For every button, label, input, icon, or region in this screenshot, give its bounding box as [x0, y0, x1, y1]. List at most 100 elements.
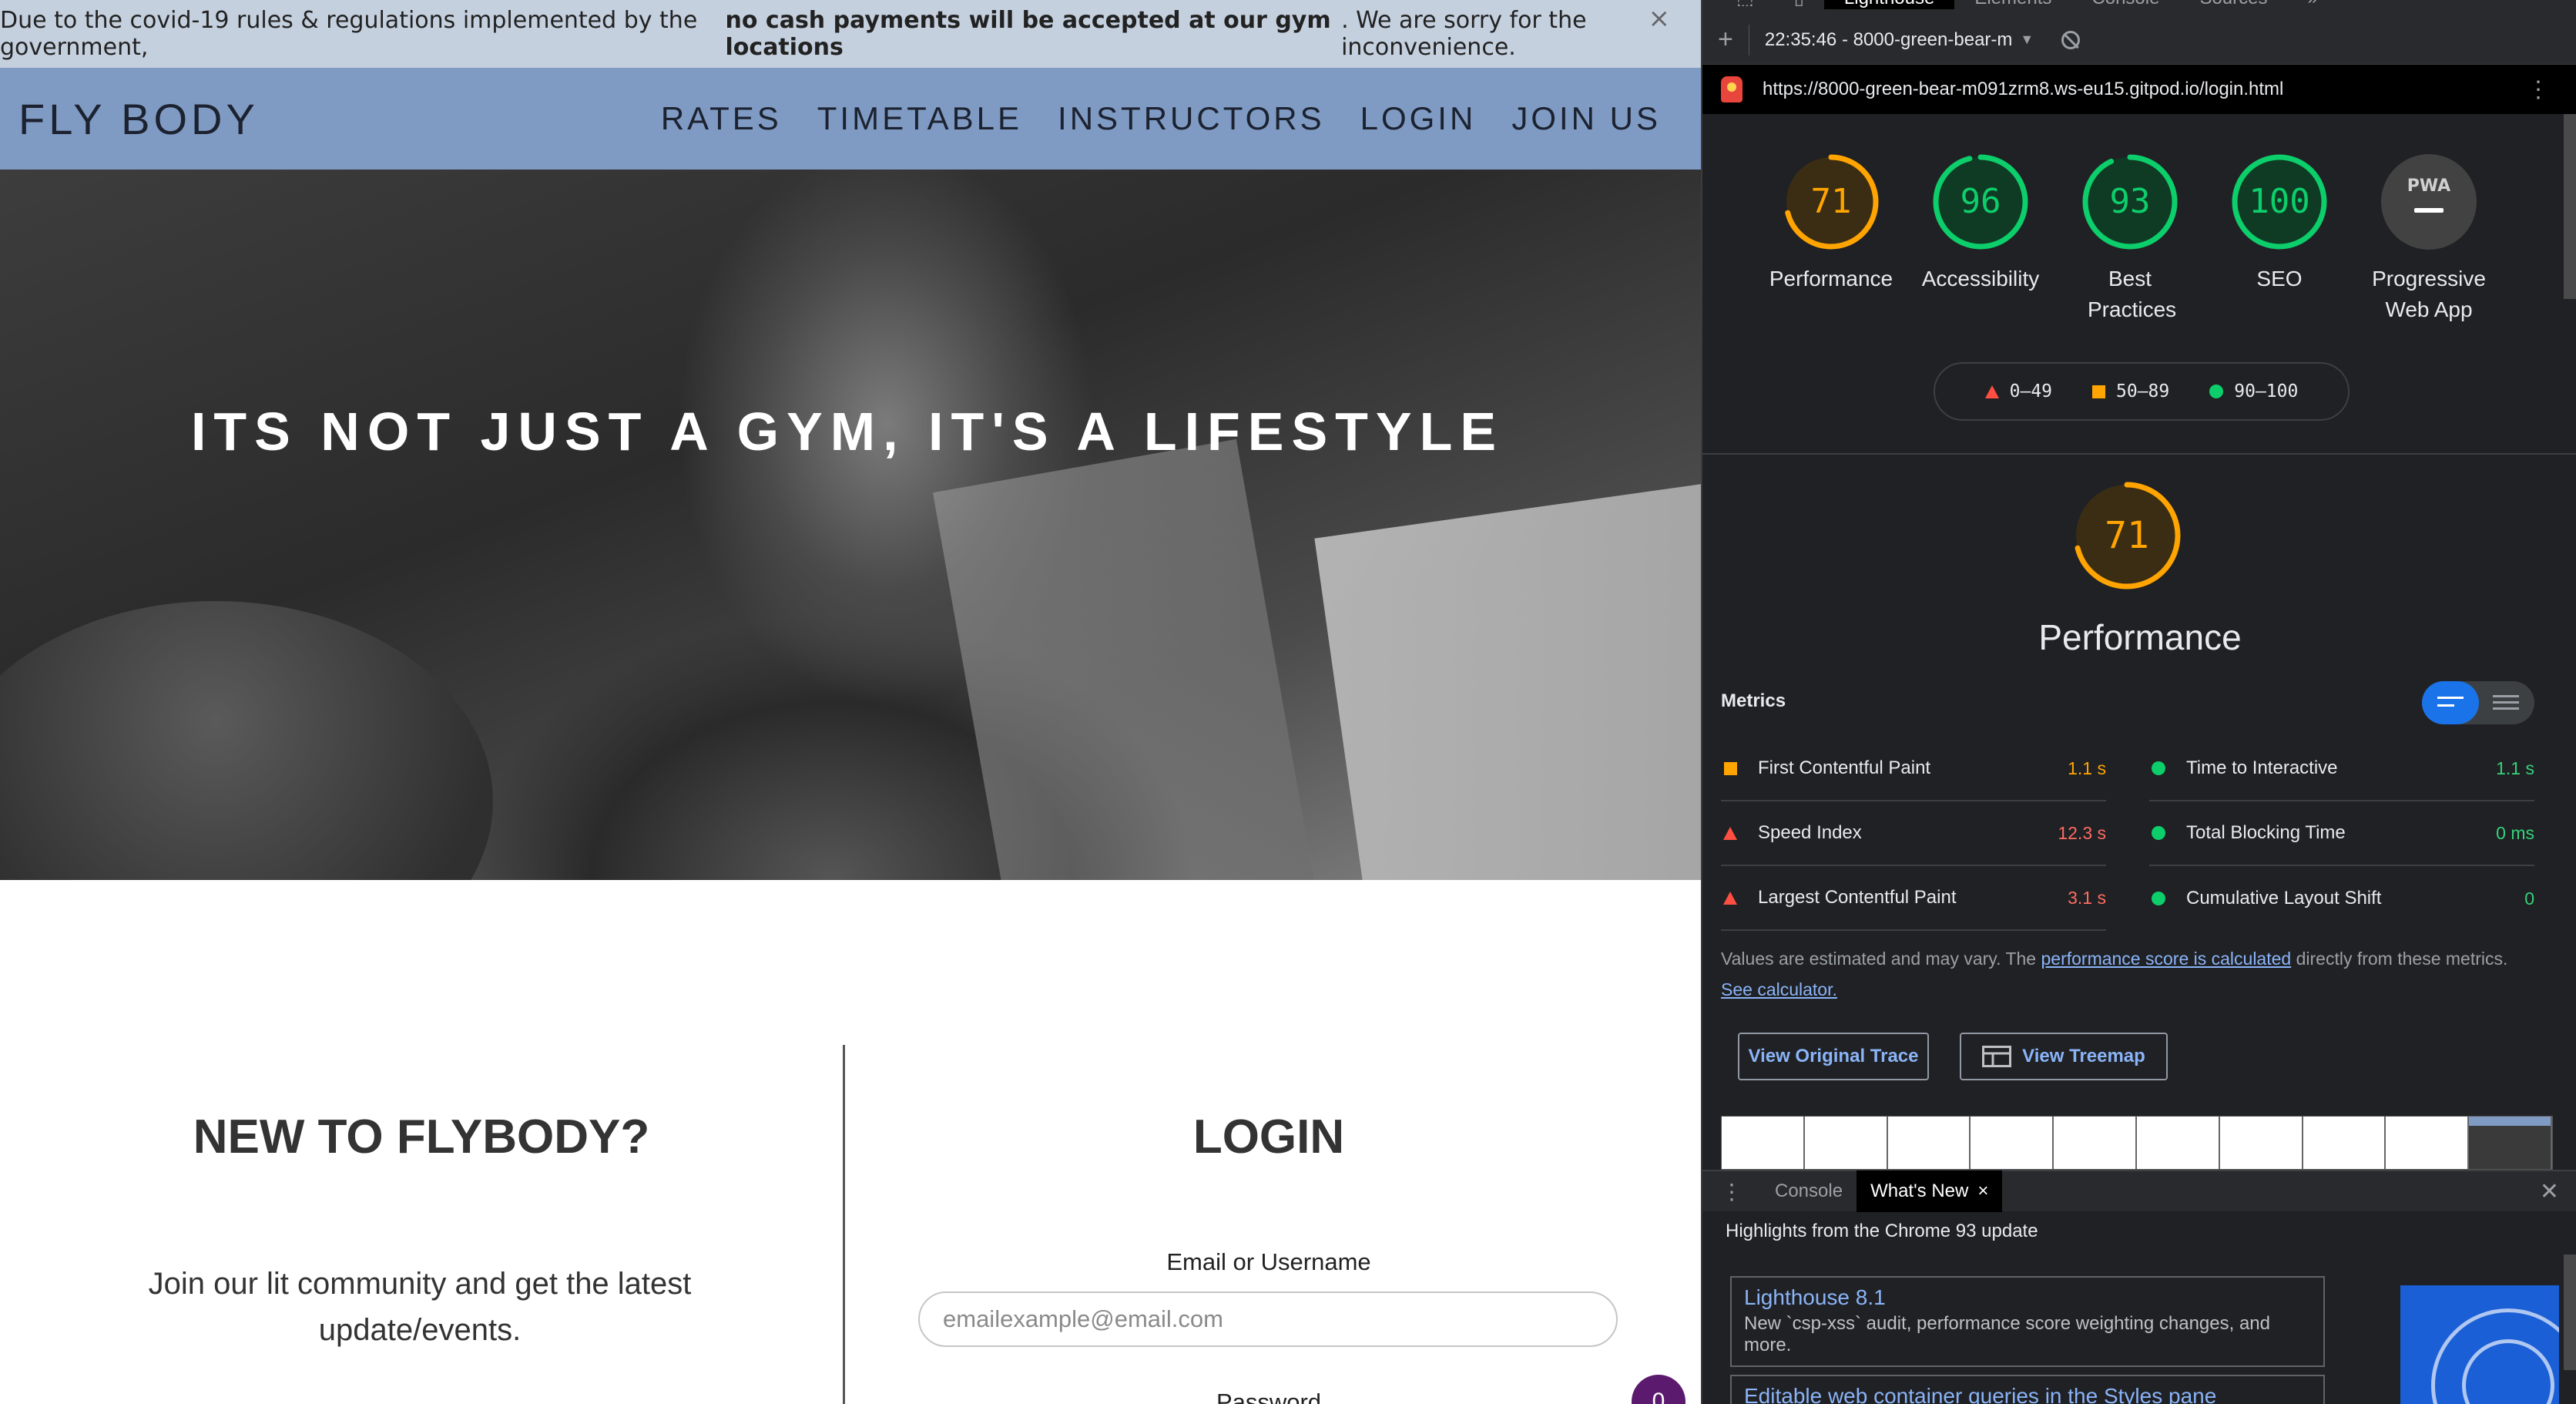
toggle-expanded-icon[interactable]	[2493, 695, 2519, 697]
add-report-icon[interactable]: +	[1718, 25, 1733, 55]
site-logo[interactable]: FLY BODY	[18, 94, 259, 144]
pwa-icon-text: PWA	[2407, 176, 2450, 196]
lighthouse-toolbar: + 22:35:46 - 8000-green-bear-m ▼	[1702, 15, 2576, 65]
hero-background-window	[1314, 482, 1701, 880]
legend-pass-label: 90–100	[2234, 381, 2299, 401]
gauge-performance-label: Performance	[1769, 267, 1893, 291]
pass-circle-icon	[2152, 761, 2165, 775]
metric-cumulative-layout-shift[interactable]: Cumulative Layout Shift 0	[2149, 866, 2534, 931]
view-treemap-button[interactable]: View Treemap	[1960, 1033, 2168, 1080]
filmstrip-frame	[2303, 1117, 2386, 1169]
filmstrip-frame	[2469, 1117, 2552, 1169]
report-menu-icon[interactable]: ⋮	[2527, 76, 2550, 103]
nav-link-rates[interactable]: RATES	[661, 100, 782, 137]
report-selector[interactable]: 22:35:46 - 8000-green-bear-m	[1765, 29, 2013, 51]
metric-name: Largest Contentful Paint	[1758, 887, 1957, 908]
news-card-desc: New `csp-xss` audit, performance score w…	[1744, 1313, 2270, 1355]
metric-speed-index[interactable]: Speed Index 12.3 s	[1721, 801, 2106, 866]
nav-link-login[interactable]: LOGIN	[1360, 100, 1477, 137]
pass-circle-icon	[2152, 892, 2165, 905]
gauge-performance[interactable]: 71 Performance	[1758, 151, 1904, 294]
view-treemap-label: View Treemap	[2022, 1046, 2145, 1066]
banner-text-end: . We are sorry for the inconvenience.	[1341, 7, 1587, 61]
pass-circle-icon	[2152, 826, 2165, 840]
score-legend: 0–49 50–89 90–100	[1934, 362, 2350, 421]
banner-text-bold: no cash payments will be accepted at our…	[725, 7, 1331, 61]
join-title: NEW TO FLYBODY?	[193, 1110, 650, 1164]
scrollbar[interactable]	[2564, 114, 2576, 299]
email-label: Email or Username	[1166, 1248, 1371, 1275]
drawer-tab-console[interactable]: Console	[1761, 1171, 1857, 1212]
banner-text-start: Due to the covid-19 rules & regulations …	[0, 7, 698, 61]
performance-title: Performance	[2038, 617, 2242, 657]
legend-fail-label: 0–49	[2009, 381, 2053, 401]
toggle-summary-icon[interactable]	[2422, 681, 2479, 724]
metric-total-blocking-time[interactable]: Total Blocking Time 0 ms	[2149, 801, 2534, 866]
filmstrip-frame	[1887, 1117, 1971, 1169]
news-card-title: Lighthouse 8.1	[1744, 1285, 1886, 1309]
gauge-best-practices-label: Best Practices	[2088, 267, 2177, 321]
view-original-trace-button[interactable]: View Original Trace	[1738, 1033, 1929, 1080]
metric-value: 1.1 s	[2496, 757, 2534, 778]
nav-link-join-us[interactable]: JOIN US	[1511, 100, 1661, 137]
news-image	[2400, 1285, 2559, 1404]
metric-name: Speed Index	[1758, 822, 1862, 843]
clear-icon[interactable]	[2061, 30, 2081, 49]
gauge-seo[interactable]: 100 SEO	[2206, 151, 2353, 294]
filmstrip-frame	[2136, 1117, 2220, 1169]
average-square-icon	[2092, 385, 2106, 398]
metric-time-to-interactive[interactable]: Time to Interactive 1.1 s	[2149, 737, 2534, 801]
nav-links: RATES TIMETABLE INSTRUCTORS LOGIN JOIN U…	[661, 100, 1661, 137]
close-drawer-icon[interactable]: ✕	[2540, 1178, 2559, 1205]
nav-link-instructors[interactable]: INSTRUCTORS	[1058, 100, 1325, 137]
news-card-lighthouse[interactable]: Lighthouse 8.1 New `csp-xss` audit, perf…	[1730, 1276, 2325, 1367]
gauge-accessibility-ring: 96	[1933, 154, 2028, 250]
close-icon[interactable]: ×	[1649, 3, 1671, 34]
site-navbar: FLY BODY RATES TIMETABLE INSTRUCTORS LOG…	[0, 68, 1701, 170]
filmstrip-frame	[2386, 1117, 2470, 1169]
tab-sources[interactable]: Sources	[2179, 0, 2287, 9]
hero-title: ITS NOT JUST A GYM, IT'S A LIFESTYLE	[190, 401, 1504, 462]
devtools-tab-bar: ⬚ ▯ Lighthouse Elements Console Sources …	[1702, 0, 2576, 15]
login-title: LOGIN	[1192, 1110, 1345, 1164]
email-input[interactable]	[918, 1291, 1618, 1347]
tab-lighthouse[interactable]: Lighthouse	[1823, 0, 1955, 9]
metric-first-contentful-paint[interactable]: First Contentful Paint 1.1 s	[1721, 737, 2106, 801]
tab-console[interactable]: Console	[2071, 0, 2179, 9]
score-calculated-link[interactable]: performance score is calculated	[2041, 949, 2291, 969]
report-url[interactable]: https://8000-green-bear-m091zrm8.ws-eu15…	[1763, 79, 2283, 100]
metrics-view-toggle[interactable]	[2422, 681, 2534, 724]
section-divider	[1702, 453, 2576, 455]
drawer-tab-bar: ⋮ Console What's New × ✕	[1702, 1170, 2576, 1212]
close-tab-icon[interactable]: ×	[1977, 1181, 1988, 1202]
more-tabs-icon[interactable]: »	[2288, 0, 2338, 9]
metric-name: First Contentful Paint	[1758, 757, 1931, 778]
gauge-accessibility-label: Accessibility	[1921, 267, 2040, 291]
filmstrip-frame	[2054, 1117, 2137, 1169]
hero-shoulder-shape	[0, 601, 493, 880]
drawer-menu-icon[interactable]: ⋮	[1721, 1179, 1742, 1204]
devtools-panel: ⬚ ▯ Lighthouse Elements Console Sources …	[1701, 0, 2576, 1404]
inspect-icon[interactable]: ⬚	[1716, 0, 1774, 9]
tab-elements[interactable]: Elements	[1954, 0, 2071, 9]
gauge-best-practices[interactable]: 93 Best Practices	[2057, 151, 2203, 325]
drawer-tab-whats-new[interactable]: What's New ×	[1857, 1171, 2003, 1212]
metric-largest-contentful-paint[interactable]: Largest Contentful Paint 3.1 s	[1721, 866, 2106, 931]
see-calculator-link[interactable]: See calculator.	[1721, 979, 1837, 999]
metric-name: Time to Interactive	[2186, 757, 2338, 778]
performance-gauge-score: 71	[2105, 514, 2149, 557]
drawer-scrollbar[interactable]	[2564, 1255, 2576, 1370]
device-toggle-icon[interactable]: ▯	[1774, 0, 1824, 9]
treemap-icon	[1982, 1046, 2012, 1067]
gauge-accessibility[interactable]: 96 Accessibility	[1907, 151, 2054, 294]
news-card-container-queries[interactable]: Editable web container queries in the St…	[1730, 1375, 2325, 1404]
nav-link-timetable[interactable]: TIMETABLE	[817, 100, 1022, 137]
fail-triangle-icon	[1723, 826, 1737, 840]
news-card-title: Editable web container queries in the St…	[1744, 1384, 2217, 1404]
gauge-seo-ring: 100	[2232, 154, 2327, 250]
legend-fail: 0–49	[1984, 381, 2053, 401]
gauge-pwa[interactable]: PWA Progressive Web App	[2356, 151, 2502, 325]
filmstrip-frame	[1722, 1117, 1805, 1169]
dropdown-arrow-icon[interactable]: ▼	[2020, 32, 2034, 48]
filmstrip-frame	[2219, 1117, 2303, 1169]
